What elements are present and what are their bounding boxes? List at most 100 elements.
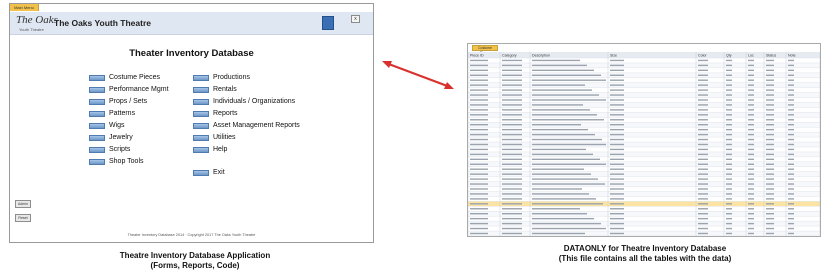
table-cell <box>470 79 488 81</box>
menu-utilities-button[interactable] <box>193 135 209 141</box>
close-button[interactable]: x <box>351 15 360 23</box>
table-cell <box>788 89 794 91</box>
table-cell <box>532 203 603 205</box>
table-cell <box>502 109 522 111</box>
menu-asset-management-reports-button[interactable] <box>193 123 209 129</box>
table-cell <box>766 208 774 210</box>
table-cell <box>470 119 488 121</box>
page-title: Theater Inventory Database <box>129 48 254 59</box>
table-cell <box>698 188 708 190</box>
exit-button[interactable] <box>193 170 209 176</box>
menu-reports-button[interactable] <box>193 111 209 117</box>
table-cell <box>748 59 754 62</box>
menu-performance-mgmt-button[interactable] <box>89 87 105 93</box>
menu-wigs-button[interactable] <box>89 123 105 129</box>
table-cell <box>502 213 522 215</box>
datasheet-grid[interactable]: Piece ID Category Description Size Color Qty L… <box>468 52 820 236</box>
menu-jewelry-button[interactable] <box>89 135 105 141</box>
datasheet-tab[interactable]: Costume Pieces <box>472 45 498 55</box>
table-cell <box>502 158 522 161</box>
table-cell <box>502 84 522 86</box>
table-cell <box>610 148 624 151</box>
table-cell <box>532 232 585 235</box>
table-cell <box>726 128 732 131</box>
menu-patterns-button[interactable] <box>89 111 105 117</box>
table-cell <box>610 173 624 175</box>
table-cell <box>470 227 488 230</box>
table-cell <box>470 104 488 106</box>
table-cell <box>610 89 624 91</box>
table-cell <box>532 208 580 210</box>
menu-props-sets-label: Props / Sets <box>109 98 148 105</box>
table-cell <box>766 198 774 200</box>
table-cell <box>532 193 589 195</box>
table-cell <box>766 153 774 156</box>
table-cell <box>698 59 708 62</box>
table-cell <box>698 79 708 81</box>
table-cell <box>532 163 606 165</box>
table-cell <box>470 203 488 205</box>
menu-costume-pieces-button[interactable] <box>89 75 105 81</box>
menu-rentals-button[interactable] <box>193 87 209 93</box>
table-cell <box>788 64 794 67</box>
table-cell <box>532 133 595 136</box>
table-cell <box>788 222 794 225</box>
table-cell <box>502 148 522 151</box>
table-cell <box>502 198 522 200</box>
menu-shop-tools-button[interactable] <box>89 159 105 165</box>
table-cell <box>698 64 708 67</box>
table-cell <box>470 168 488 170</box>
menu-props-sets-button[interactable] <box>89 99 105 105</box>
table-cell <box>610 143 624 146</box>
table-cell <box>748 74 754 76</box>
table-cell <box>502 64 522 67</box>
table-cell <box>748 148 754 151</box>
admin-button[interactable]: Admin <box>15 200 31 208</box>
column-header: Status <box>766 54 776 58</box>
table-cell <box>470 109 488 111</box>
table-cell <box>788 84 794 86</box>
table-cell <box>726 163 732 165</box>
table-cell <box>726 222 732 225</box>
table-cell <box>788 173 794 175</box>
table-cell <box>788 114 794 116</box>
table-cell <box>748 114 754 116</box>
table-cell <box>610 168 624 170</box>
menu-individuals-organizations-button[interactable] <box>193 99 209 105</box>
table-cell <box>610 158 624 161</box>
table-cell <box>532 89 592 91</box>
table-cell <box>470 84 488 86</box>
menu-productions-button[interactable] <box>193 75 209 81</box>
table-cell <box>610 59 624 62</box>
column-header: Size <box>610 54 617 58</box>
table-cell <box>766 232 774 235</box>
column-header: Piece ID <box>470 54 484 58</box>
menu-help-label: Help <box>213 146 228 153</box>
app-tab[interactable]: Main Menu <box>10 4 39 11</box>
menu-scripts-button[interactable] <box>89 147 105 153</box>
table-cell <box>766 163 774 165</box>
reset-button[interactable]: Reset <box>15 214 31 222</box>
menu-help-button[interactable] <box>193 147 209 153</box>
table-cell <box>502 119 522 121</box>
table-cell <box>470 128 488 131</box>
app-header: The Oaks Youth Theatre The Oaks Youth Th… <box>10 12 373 35</box>
table-cell <box>748 203 754 205</box>
table-cell <box>748 217 754 220</box>
table-cell <box>748 119 754 121</box>
table-cell <box>610 119 624 121</box>
table-cell <box>748 143 754 146</box>
table-cell <box>502 208 522 210</box>
table-cell <box>788 59 794 62</box>
table-cell <box>532 153 593 156</box>
column-header: Description <box>532 54 550 58</box>
table-cell <box>748 79 754 81</box>
table-cell <box>726 84 732 86</box>
table-cell <box>766 213 774 215</box>
table-cell <box>532 183 605 185</box>
table-cell <box>610 133 624 136</box>
table-cell <box>748 109 754 111</box>
table-cell <box>766 128 774 131</box>
column-header: Color <box>698 54 707 58</box>
table-cell <box>766 183 774 185</box>
